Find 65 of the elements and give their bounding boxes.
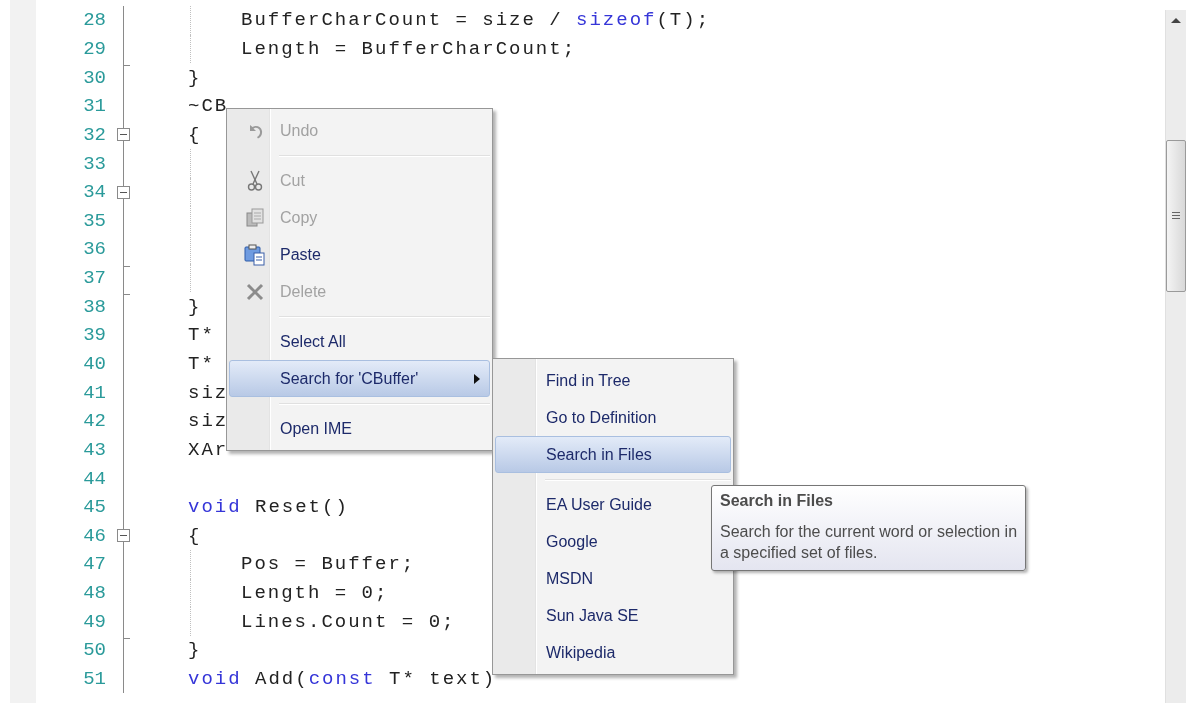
line-number: 38 [82,295,106,318]
line-number: 29 [82,37,106,60]
line-number: 33 [82,152,106,175]
line-number: 35 [82,209,106,232]
line-number: 45 [82,496,106,519]
menu-item[interactable]: Find in Tree [495,362,731,399]
menu-item[interactable]: Open IME [229,410,490,447]
menu-item[interactable]: Go to Definition [495,399,731,436]
copy-icon [245,207,265,228]
paste-icon [244,243,266,266]
tooltip-text: Search for the current word or selection in a specified set of files. [720,522,1018,563]
code-line: ~CB [188,95,229,118]
line-number: 28 [82,9,106,32]
code-line: T* [188,324,215,347]
line-number: 40 [82,353,106,375]
menu-item[interactable]: Search in Files [495,436,731,473]
grip-icon [1171,211,1181,221]
line-number: 37 [82,267,106,290]
scrollbar-thumb[interactable] [1166,140,1186,292]
scissors-icon [245,169,265,192]
line-number: 47 [82,553,106,576]
line-number: 51 [82,668,106,691]
code-line: Length = 0; [241,582,389,605]
code-line: T* [188,353,215,375]
menu-item[interactable]: Select All [229,323,490,360]
code-line: siz [188,381,229,404]
menu-item[interactable]: MSDN [495,560,731,597]
line-number: 50 [82,639,106,662]
line-number: 43 [82,438,106,461]
menu-item[interactable]: Paste [229,236,490,273]
tooltip-title: Search in Files [720,492,834,510]
code-line: BufferCharCount = size / sizeof(T); [241,9,711,32]
line-number: 42 [82,410,106,433]
scroll-up-arrow-icon[interactable] [1170,16,1182,24]
vertical-scrollbar[interactable] [1165,10,1186,703]
code-line: void Reset() [188,496,349,519]
line-number: 48 [82,582,106,605]
code-line: { [188,524,202,547]
code-line: } [188,295,202,318]
line-number: 31 [82,95,106,118]
code-line: { [188,123,202,146]
line-number: 44 [82,467,106,490]
code-line: Pos = Buffer; [241,553,416,576]
code-line: Length = BufferCharCount; [241,37,577,60]
line-number: 46 [82,524,106,547]
menu-item[interactable]: Sun Java SE [495,597,731,634]
code-line: Lines.Count = 0; [241,610,456,633]
collapse-icon[interactable] [117,529,130,543]
collapse-icon[interactable] [117,128,130,142]
code-line: XAr [188,438,229,461]
delete-x-icon [245,281,265,302]
code-line: void Add(const T* text) [188,668,497,691]
code-line: siz [188,410,229,433]
menu-item[interactable]: Search for 'CBuffer' [229,360,490,397]
menu-item[interactable]: Wikipedia [495,634,731,671]
line-number: 49 [82,610,106,633]
code-line: } [188,639,202,662]
collapse-icon[interactable] [117,185,130,199]
line-number: 36 [82,238,106,261]
line-number: 41 [82,381,106,404]
line-number: 39 [82,324,106,347]
line-number: 32 [82,123,106,146]
line-number: 34 [82,181,106,204]
line-number: 30 [82,66,106,89]
code-line: } [188,66,202,89]
